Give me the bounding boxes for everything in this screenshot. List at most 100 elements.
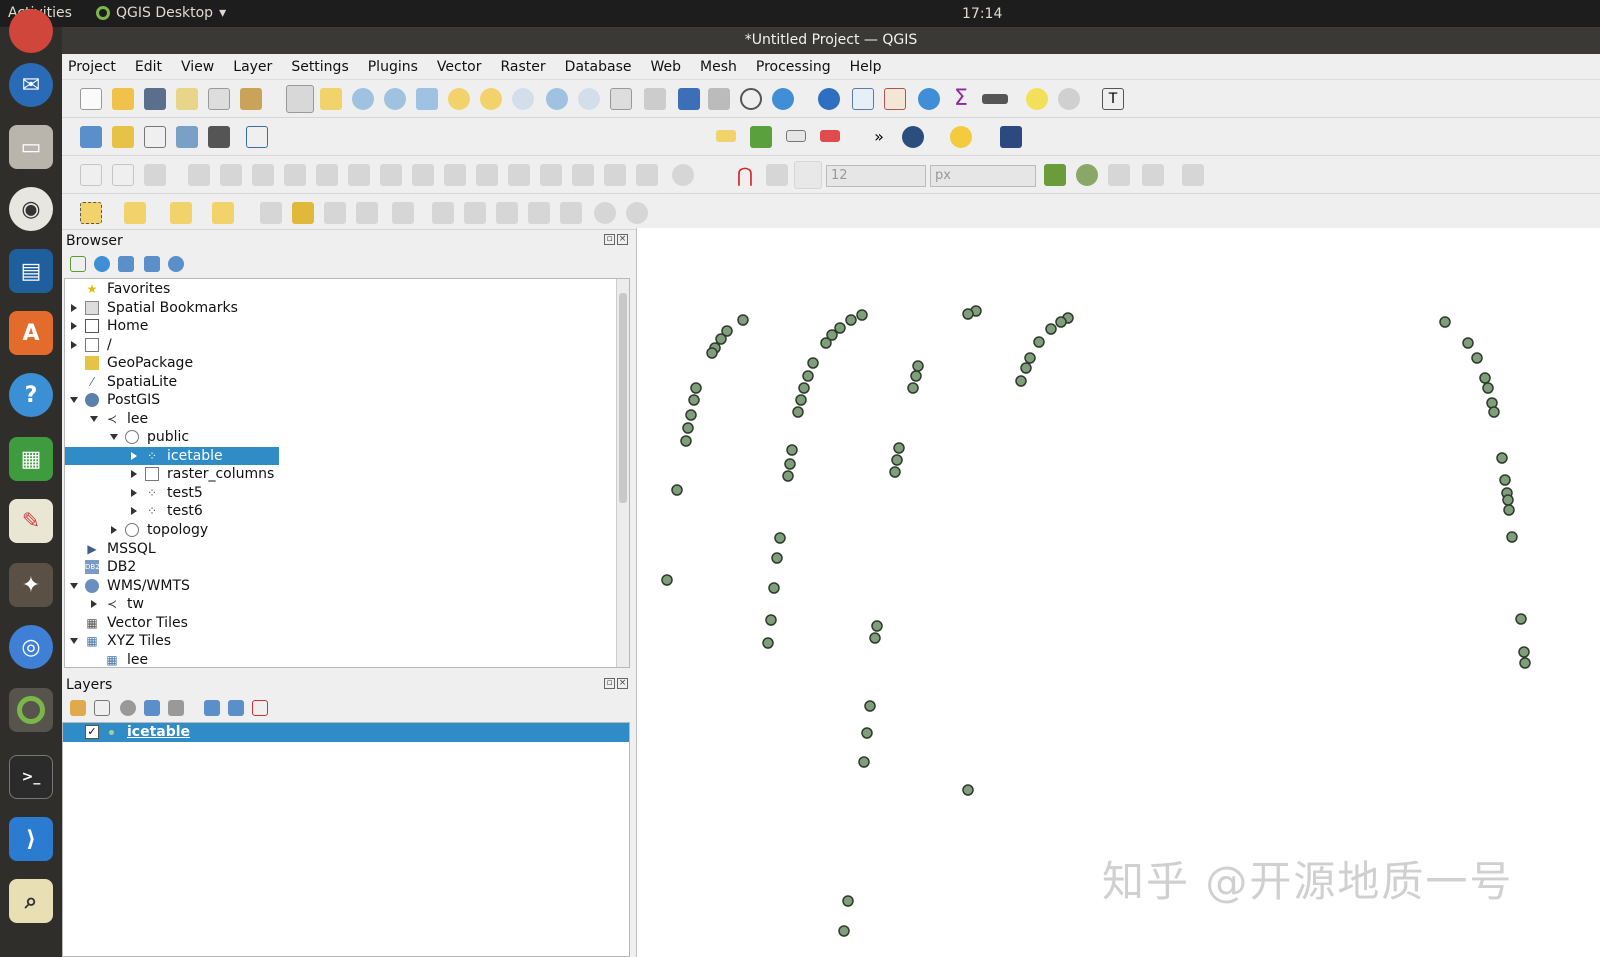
open-styling-icon[interactable] [70, 700, 86, 716]
expand-arrow-icon[interactable] [71, 322, 77, 330]
map-tips-icon[interactable] [1026, 88, 1048, 110]
collapse-arrow-icon[interactable] [70, 583, 78, 589]
menu-plugins[interactable]: Plugins [366, 59, 420, 75]
menu-edit[interactable]: Edit [133, 59, 164, 75]
new-bookmark-icon[interactable] [678, 88, 700, 110]
files-icon[interactable]: ▭ [9, 125, 53, 169]
new-temporary-layer-icon[interactable] [208, 126, 230, 148]
processing-toolbox-icon[interactable] [918, 88, 940, 110]
expand-all-icon[interactable] [204, 700, 220, 716]
expand-arrow-icon[interactable] [71, 304, 77, 312]
tolerance-unit-select[interactable]: px [930, 165, 1036, 187]
tree-item-home[interactable]: Home [65, 317, 615, 335]
collapse-arrow-icon[interactable] [70, 397, 78, 403]
menu-web[interactable]: Web [648, 59, 683, 75]
layer-name[interactable]: icetable [127, 723, 190, 742]
collapse-all-icon[interactable] [228, 700, 244, 716]
map-canvas[interactable]: 知乎 @开源地质一号 [636, 228, 1600, 957]
tree-item-public[interactable]: public [65, 428, 615, 446]
copy-icon[interactable] [528, 202, 550, 224]
pin-labels-icon[interactable] [786, 130, 806, 142]
new-spatialite-layer-icon[interactable] [176, 126, 198, 148]
tree-item-root[interactable]: / [65, 336, 615, 354]
offset-curve-icon[interactable] [412, 164, 434, 186]
select-features-icon[interactable] [80, 202, 102, 224]
merge-icon[interactable] [508, 164, 530, 186]
tree-item-mssql[interactable]: ▶ MSSQL [65, 540, 615, 558]
add-feature-icon[interactable] [356, 202, 378, 224]
delete-ring-icon[interactable] [316, 164, 338, 186]
rotate-symbols-icon[interactable] [572, 164, 594, 186]
expand-arrow-icon[interactable] [131, 470, 137, 478]
edit-toggle-icon[interactable] [260, 202, 282, 224]
software-icon[interactable]: A [9, 311, 53, 355]
chromium-icon[interactable]: ◎ [9, 625, 53, 669]
close-panel-icon[interactable]: × [617, 678, 628, 689]
layer-row-icetable[interactable]: ✓ icetable [63, 723, 629, 742]
tree-item-tw[interactable]: ≺ tw [65, 595, 615, 613]
open-project-icon[interactable] [112, 88, 134, 110]
fill-ring-icon[interactable] [284, 164, 306, 186]
new-3d-view-icon[interactable] [644, 88, 666, 110]
tree-item-favorites[interactable]: ★ Favorites [65, 280, 615, 298]
visibility-icon[interactable] [120, 700, 136, 716]
text-annotation-icon[interactable]: T [1102, 88, 1124, 110]
info-icon[interactable] [168, 256, 184, 272]
toggle-editing-icon[interactable] [292, 202, 314, 224]
remove-layer-icon[interactable] [252, 700, 268, 716]
sum-icon[interactable]: Σ [950, 88, 972, 110]
tree-item-postgis[interactable]: PostGIS [65, 391, 615, 409]
new-geopackage-layer-icon[interactable] [112, 126, 134, 148]
paste-icon[interactable] [560, 202, 582, 224]
add-group-icon[interactable] [94, 700, 110, 716]
vertex-tool-icon[interactable] [188, 164, 210, 186]
select-location-icon[interactable] [212, 202, 234, 224]
collapse-arrow-icon[interactable] [70, 638, 78, 644]
tree-item-test6[interactable]: ⁘ test6 [65, 502, 615, 520]
reshape-icon[interactable] [380, 164, 402, 186]
avoid-overlap-icon[interactable] [1108, 164, 1130, 186]
save-project-icon[interactable] [144, 88, 166, 110]
redo-icon[interactable] [626, 202, 648, 224]
enable-tracing-icon[interactable] [1182, 164, 1204, 186]
tree-item-spatial-bookmarks[interactable]: Spatial Bookmarks [65, 299, 615, 317]
zoom-out-icon[interactable] [384, 88, 406, 110]
layer-visibility-checkbox[interactable]: ✓ [85, 725, 99, 739]
python-console-icon[interactable] [950, 126, 972, 148]
new-print-layout-icon[interactable] [176, 88, 198, 110]
menu-raster[interactable]: Raster [499, 59, 548, 75]
tree-item-xyz-lee[interactable]: ▦ lee [65, 651, 615, 667]
snapping-vertex-icon[interactable] [794, 161, 822, 189]
merge-attributes-icon[interactable] [540, 164, 562, 186]
split-parts-icon[interactable] [476, 164, 498, 186]
expand-arrow-icon[interactable] [131, 452, 137, 460]
topology-edit-icon[interactable] [1076, 164, 1098, 186]
terminal-icon[interactable]: >_ [9, 755, 53, 799]
metasearch-icon[interactable] [902, 126, 924, 148]
zoom-layer-icon[interactable] [480, 88, 502, 110]
zoom-in-icon[interactable] [352, 88, 374, 110]
menu-processing[interactable]: Processing [754, 59, 833, 75]
expand-arrow-icon[interactable] [131, 489, 137, 497]
tree-item-wms-wmts[interactable]: WMS/WMTS [65, 577, 615, 595]
collapse-arrow-icon[interactable] [90, 416, 98, 422]
zoom-selection-icon[interactable] [448, 88, 470, 110]
deselect-icon[interactable] [170, 202, 192, 224]
digitize-line-icon[interactable] [112, 164, 134, 186]
zoom-native-icon[interactable] [512, 88, 534, 110]
new-virtual-layer-icon[interactable] [246, 126, 268, 148]
refresh-icon[interactable] [94, 256, 110, 272]
tree-item-db2[interactable]: DB2 DB2 [65, 558, 615, 576]
tree-item-raster-columns[interactable]: raster_columns [65, 465, 615, 483]
scrollbar-thumb[interactable] [619, 293, 627, 503]
menu-settings[interactable]: Settings [289, 59, 350, 75]
diagram-icon[interactable] [750, 126, 772, 148]
expand-arrow-icon[interactable] [91, 600, 97, 608]
text-editor-icon[interactable]: ✎ [9, 499, 53, 543]
vertex-edit-icon[interactable] [392, 202, 414, 224]
add-ring-icon[interactable] [220, 164, 242, 186]
zoom-full-icon[interactable] [416, 88, 438, 110]
browser-scrollbar[interactable] [616, 279, 629, 667]
attribute-table-icon[interactable] [852, 88, 874, 110]
tree-item-spatialite[interactable]: ⁄ SpatiaLite [65, 373, 615, 391]
